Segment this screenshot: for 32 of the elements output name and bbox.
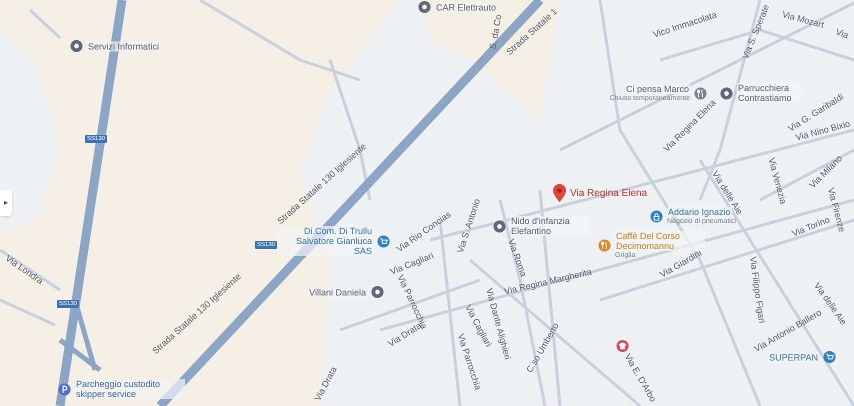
street-label: Via S. Antonio bbox=[456, 198, 482, 254]
street-label: Via bbox=[834, 28, 850, 40]
place-label[interactable]: SUPERPAN bbox=[768, 352, 819, 362]
circle-icon bbox=[70, 40, 83, 52]
place-label[interactable]: Servizi Informatici bbox=[87, 41, 160, 51]
circle-icon bbox=[493, 220, 506, 232]
pin-label: Via Regina Elena bbox=[570, 186, 648, 200]
place-label[interactable]: Villani Daniela bbox=[308, 287, 367, 297]
place-label[interactable]: Ci pensa Marco bbox=[624, 84, 690, 94]
cart-icon bbox=[377, 234, 390, 248]
street-label: Via Filippo Figari bbox=[748, 256, 766, 324]
side-panel-toggle[interactable]: ▸ bbox=[0, 190, 12, 216]
map-pin-icon[interactable] bbox=[553, 184, 566, 202]
fork-knife-icon bbox=[598, 238, 611, 252]
place-label[interactable]: Caffè Del Corso Decimomannu bbox=[615, 231, 705, 251]
street-label: Via Venezia bbox=[766, 156, 788, 206]
shirt-icon bbox=[616, 340, 629, 352]
parking-icon bbox=[58, 382, 71, 396]
fork-knife-icon bbox=[694, 86, 707, 100]
street-label: Via Roma bbox=[506, 238, 528, 278]
circle-icon bbox=[418, 0, 431, 14]
circle-icon bbox=[371, 286, 384, 298]
cart-icon bbox=[823, 350, 836, 364]
street-label: S. da Co bbox=[488, 14, 504, 50]
street-label: Via Mozart bbox=[781, 10, 825, 30]
street-label: Via Torino bbox=[790, 215, 832, 239]
place-label[interactable]: CAR Elettrauto bbox=[435, 2, 498, 12]
place-label[interactable]: Di.Com. Di Trullu Salvatore Gianluca SAS bbox=[277, 226, 373, 256]
lock-icon bbox=[650, 210, 663, 222]
place-label[interactable]: Parcheggio custodito skipper service bbox=[75, 379, 185, 399]
circle-icon bbox=[720, 86, 733, 100]
place-label[interactable]: Addario Ignazio bbox=[667, 207, 732, 217]
